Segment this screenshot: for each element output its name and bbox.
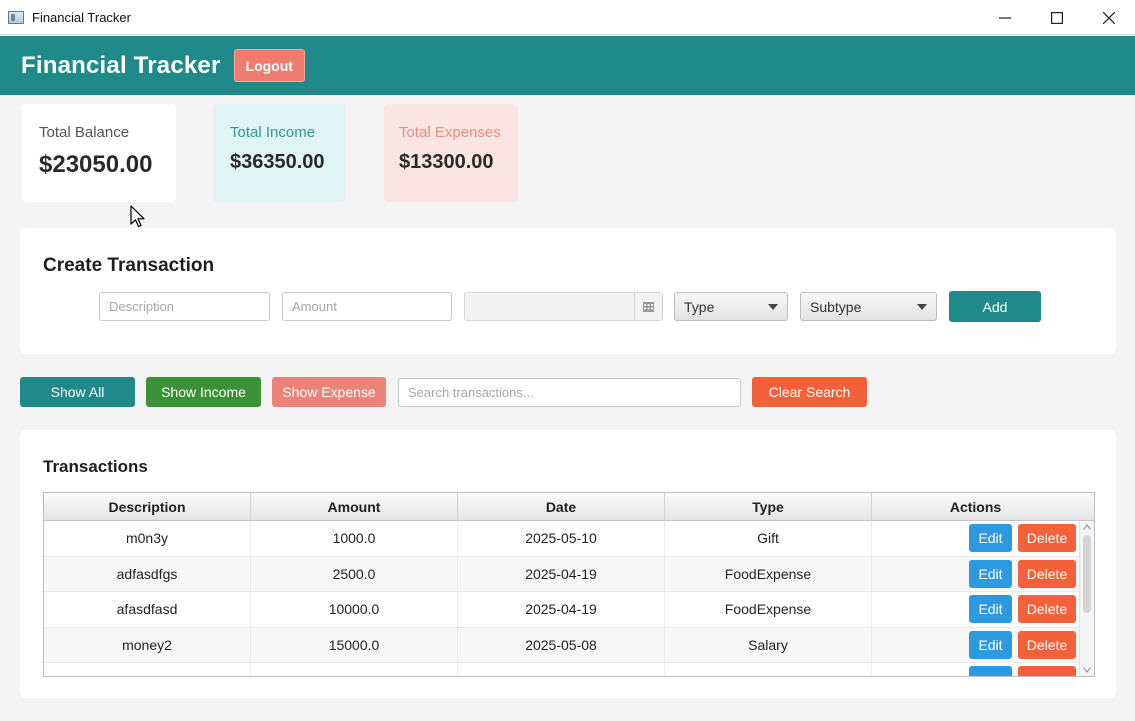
search-input[interactable]: Search transactions... — [398, 378, 741, 407]
cell-actions: Edit Delete — [872, 592, 1079, 627]
window-title: Financial Tracker — [32, 9, 131, 25]
total-income-label: Total Income — [230, 124, 316, 141]
cell-type — [665, 663, 872, 676]
amount-input[interactable]: Amount — [282, 292, 452, 321]
table-row[interactable]: adfasdfgs 2500.0 2025-04-19 FoodExpense … — [44, 556, 1079, 592]
close-button[interactable] — [1083, 0, 1135, 35]
cell-description: adfasdfgs — [44, 556, 251, 591]
app-window-icon — [8, 10, 24, 24]
cell-description: money2 — [44, 627, 251, 662]
cell-amount — [251, 663, 458, 676]
total-income-card: Total Income $36350.00 — [213, 104, 346, 202]
edit-button[interactable]: Edit — [969, 524, 1012, 553]
cell-type: Salary — [665, 627, 872, 662]
table-row[interactable]: m0n3y 1000.0 2025-05-10 Gift Edit Delete — [44, 521, 1079, 557]
scroll-down-icon[interactable] — [1083, 667, 1091, 673]
app-title: Financial Tracker — [21, 51, 221, 79]
app-header: Financial Tracker Logout — [0, 36, 1135, 95]
cell-date: 2025-04-19 — [458, 556, 665, 591]
description-input[interactable]: Description — [99, 292, 270, 321]
column-header-amount[interactable]: Amount — [251, 493, 458, 521]
cell-actions — [872, 663, 1079, 676]
cell-amount: 10000.0 — [251, 592, 458, 627]
calendar-button[interactable] — [634, 293, 662, 320]
transactions-panel: Transactions Description Amount Date Typ… — [20, 430, 1116, 698]
edit-button[interactable]: Edit — [969, 630, 1012, 659]
minimize-button[interactable] — [979, 0, 1031, 35]
delete-button[interactable]: Delete — [1018, 559, 1076, 588]
minimize-icon — [999, 16, 1011, 19]
cell-actions: Edit Delete — [872, 557, 1079, 592]
total-balance-label: Total Balance — [39, 124, 130, 141]
table-header: Description Amount Date Type Actions — [44, 493, 1094, 521]
clear-search-button[interactable]: Clear Search — [752, 377, 867, 407]
mouse-cursor-icon — [130, 205, 145, 228]
cell-actions: Edit Delete — [872, 521, 1079, 556]
cell-actions: Edit Delete — [872, 628, 1079, 663]
total-expenses-card: Total Expenses $13300.00 — [384, 104, 518, 202]
column-header-description[interactable]: Description — [44, 493, 251, 521]
maximize-icon — [1051, 11, 1063, 24]
table-row[interactable]: money2 15000.0 2025-05-08 Salary Edit De… — [44, 627, 1079, 663]
show-expense-button[interactable]: Show Expense — [272, 377, 386, 407]
table-scrollbar[interactable] — [1079, 521, 1094, 676]
logout-button[interactable]: Logout — [233, 49, 305, 82]
chevron-down-icon — [917, 304, 927, 310]
cell-amount: 1000.0 — [251, 521, 458, 556]
delete-button[interactable]: Delete — [1018, 630, 1076, 659]
cell-description: m0n3y — [44, 521, 251, 556]
cell-date: 2025-05-10 — [458, 521, 665, 556]
transactions-title: Transactions — [43, 457, 148, 476]
type-select-value: Type — [684, 298, 715, 315]
edit-button[interactable]: Edit — [969, 595, 1012, 624]
table-row[interactable]: afasdfasd 10000.0 2025-04-19 FoodExpense… — [44, 592, 1079, 628]
show-income-button[interactable]: Show Income — [146, 377, 261, 407]
show-all-button[interactable]: Show All — [20, 377, 135, 407]
total-balance-card: Total Balance $23050.00 — [22, 104, 176, 202]
edit-button[interactable]: Edit — [969, 559, 1012, 588]
window-controls — [979, 0, 1135, 35]
delete-button[interactable]: Delete — [1018, 524, 1076, 553]
cell-type: FoodExpense — [665, 592, 872, 627]
cell-amount: 2500.0 — [251, 556, 458, 591]
cell-type: Gift — [665, 521, 872, 556]
date-input[interactable] — [465, 293, 634, 320]
column-header-type[interactable]: Type — [665, 493, 872, 521]
edit-button[interactable] — [969, 666, 1012, 676]
cell-date: 2025-05-08 — [458, 627, 665, 662]
scrollbar-thumb[interactable] — [1083, 535, 1091, 613]
cell-date — [458, 663, 665, 676]
total-balance-value: $23050.00 — [39, 151, 153, 178]
add-button[interactable]: Add — [949, 291, 1041, 322]
type-select[interactable]: Type — [674, 292, 788, 321]
cell-amount: 15000.0 — [251, 627, 458, 662]
subtype-select-value: Subtype — [810, 298, 862, 315]
table-body: m0n3y 1000.0 2025-05-10 Gift Edit Delete… — [44, 521, 1079, 676]
total-expenses-label: Total Expenses — [399, 124, 501, 141]
table-row-partial[interactable] — [44, 663, 1079, 676]
cell-description — [44, 663, 251, 676]
window-titlebar: Financial Tracker — [0, 0, 1135, 35]
total-income-value: $36350.00 — [230, 151, 325, 173]
cell-type: FoodExpense — [665, 556, 872, 591]
cell-description: afasdfasd — [44, 592, 251, 627]
delete-button[interactable] — [1018, 666, 1076, 676]
close-icon — [1103, 11, 1115, 24]
calendar-icon — [643, 301, 654, 312]
maximize-button[interactable] — [1031, 0, 1083, 35]
subtype-select[interactable]: Subtype — [800, 292, 937, 321]
cell-date: 2025-04-19 — [458, 592, 665, 627]
create-transaction-title: Create Transaction — [43, 255, 215, 276]
column-header-actions[interactable]: Actions — [872, 493, 1079, 521]
scroll-up-icon[interactable] — [1083, 524, 1091, 530]
date-picker[interactable] — [464, 292, 663, 321]
total-expenses-value: $13300.00 — [399, 151, 494, 173]
create-transaction-panel: Create Transaction Description Amount Ty… — [20, 228, 1116, 354]
chevron-down-icon — [768, 304, 778, 310]
column-header-date[interactable]: Date — [458, 493, 665, 521]
delete-button[interactable]: Delete — [1018, 595, 1076, 624]
transactions-table: Description Amount Date Type Actions m0n… — [43, 492, 1095, 677]
